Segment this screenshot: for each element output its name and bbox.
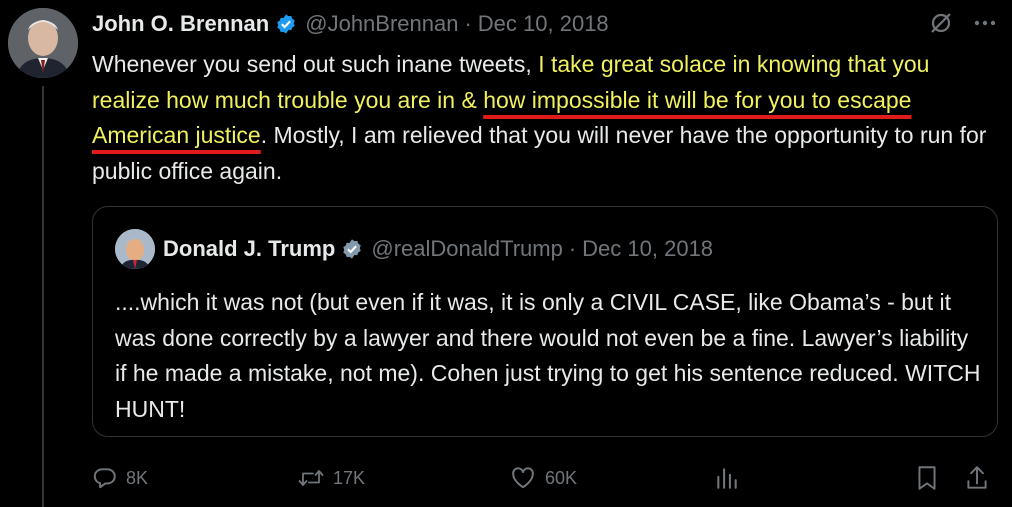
tweet-text: Whenever you send out such inane tweets,… xyxy=(92,47,992,189)
thread-line xyxy=(42,86,44,507)
dot-separator: · xyxy=(464,11,472,36)
author-handle[interactable]: @JohnBrennan xyxy=(305,11,458,37)
retweet-icon xyxy=(297,465,325,491)
quoted-tweet-text: ....which it was not (but even if it was… xyxy=(115,289,981,422)
top-icons xyxy=(928,10,998,36)
retweet-count: 17K xyxy=(333,467,366,488)
quoted-avatar[interactable] xyxy=(115,229,155,269)
tweet-header: John O. Brennan @JohnBrennan · Dec 10, 2… xyxy=(92,8,609,40)
views-button[interactable] xyxy=(714,465,914,491)
more-dots-icon[interactable] xyxy=(972,10,998,36)
reply-button[interactable]: 8K xyxy=(92,465,297,491)
quoted-tweet-date[interactable]: Dec 10, 2018 xyxy=(582,236,713,262)
quoted-tweet[interactable]: Donald J. Trump @realDonaldTrump · Dec 1… xyxy=(92,206,998,437)
views-icon xyxy=(714,465,740,491)
bookmark-icon xyxy=(914,464,940,492)
grok-slash-icon[interactable] xyxy=(928,10,954,36)
retweet-button[interactable]: 17K xyxy=(297,465,509,491)
share-button[interactable] xyxy=(964,464,998,492)
like-icon xyxy=(509,465,537,491)
bookmark-button[interactable] xyxy=(914,464,964,492)
author-name[interactable]: John O. Brennan xyxy=(92,11,269,37)
like-count: 60K xyxy=(545,467,578,488)
reply-count: 8K xyxy=(126,467,149,488)
quoted-verified-badge-icon xyxy=(341,238,363,260)
quoted-dot-separator: · xyxy=(568,236,577,261)
avatar[interactable] xyxy=(8,8,78,78)
share-icon xyxy=(964,464,990,492)
action-bar: 8K 17K 60K xyxy=(92,460,998,496)
verified-badge-icon xyxy=(275,13,297,35)
quoted-author-name[interactable]: Donald J. Trump xyxy=(163,236,335,262)
tweet-date[interactable]: Dec 10, 2018 xyxy=(478,11,609,37)
quoted-tweet-header: Donald J. Trump @realDonaldTrump · Dec 1… xyxy=(115,229,713,269)
like-button[interactable]: 60K xyxy=(509,465,714,491)
quoted-author-handle[interactable]: @realDonaldTrump xyxy=(371,236,562,262)
reply-icon xyxy=(92,465,118,491)
tweet-text-plain-1: Whenever you send out such inane tweets, xyxy=(92,51,539,77)
